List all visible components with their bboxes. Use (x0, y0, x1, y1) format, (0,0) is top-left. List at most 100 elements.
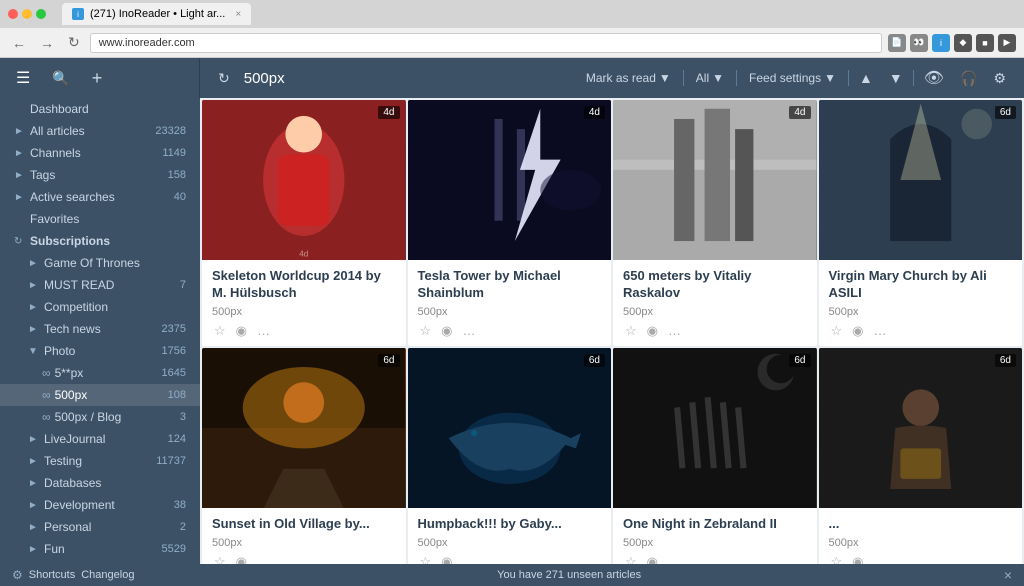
sidebar-item-channels[interactable]: ► Channels 1149 (0, 142, 200, 164)
card-1[interactable]: 4d 4d Skeleton Worldcup 2014 by M. Hülsb… (202, 100, 406, 346)
prev-article-button[interactable]: ▲ (853, 66, 879, 90)
card-1-more-button[interactable]: … (255, 322, 272, 339)
next-article-button[interactable]: ▼ (883, 66, 909, 90)
sidebar-item-500px-blog[interactable]: ∞ 500px / Blog 3 (0, 406, 200, 428)
card-5-star-button[interactable]: ☆ (212, 553, 228, 564)
card-5-read-button[interactable]: ◉ (234, 553, 249, 564)
card-7[interactable]: 6d (613, 348, 817, 564)
feed-settings-button[interactable]: Feed settings ▼ (741, 67, 844, 89)
sidebar-item-development[interactable]: ► Development 38 (0, 494, 200, 516)
sidebar-item-game-of-thrones[interactable]: ► Game Of Thrones (0, 252, 200, 274)
card-3[interactable]: 4d 650 meters by Vitaliy Raskalov (613, 100, 817, 346)
card-3-read-button[interactable]: ◉ (645, 322, 660, 340)
all-articles-label: All articles (30, 124, 151, 138)
sidebar-item-all-articles[interactable]: ► All articles 23328 (0, 120, 200, 142)
databases-arrow: ► (28, 478, 40, 489)
testing-label: Testing (44, 454, 152, 468)
card-2-read-button[interactable]: ◉ (439, 322, 454, 340)
tab-close-icon[interactable]: × (235, 9, 241, 20)
card-2-more-button[interactable]: … (461, 322, 478, 339)
browser-titlebar: i (271) InoReader • Light ar... × (0, 0, 1024, 28)
card-8-star-button[interactable]: ☆ (829, 553, 845, 564)
card-5-actions: ☆ ◉ … (212, 553, 396, 564)
status-close-button[interactable]: × (1004, 567, 1012, 583)
card-4[interactable]: 6d Virgin Mary Church by Ali ASILI (819, 100, 1023, 346)
card-7-read-button[interactable]: ◉ (645, 553, 660, 564)
testing-count: 11737 (156, 455, 186, 467)
extension2-icon[interactable]: ■ (976, 34, 994, 52)
card-4-body: Virgin Mary Church by Ali ASILI 500px ☆ … (819, 260, 1023, 346)
card-4-read-button[interactable]: ◉ (850, 322, 865, 340)
card-4-more-button[interactable]: … (872, 322, 889, 339)
databases-label: Databases (44, 476, 186, 490)
card-6-read-button[interactable]: ◉ (439, 553, 454, 564)
card-6-more-button[interactable]: … (461, 553, 478, 564)
view-toggle-button[interactable]: 👁 (918, 64, 950, 92)
mark-as-read-label: Mark as read (586, 71, 656, 85)
glasses-icon[interactable]: 👀 (910, 34, 928, 52)
forward-button[interactable]: → (36, 33, 58, 53)
sidebar-item-tags[interactable]: ► Tags 158 (0, 164, 200, 186)
competition-arrow: ► (28, 302, 40, 313)
card-5[interactable]: 6d Sunset in Old Village by... (202, 348, 406, 564)
card-8[interactable]: 6d ... 500px (819, 348, 1023, 564)
card-5-more-button[interactable]: … (255, 553, 272, 564)
card-1-star-button[interactable]: ☆ (212, 322, 228, 340)
card-1-title: Skeleton Worldcup 2014 by M. Hülsbusch (212, 268, 396, 302)
maximize-dot[interactable] (36, 9, 46, 19)
sidebar-item-photo[interactable]: ▼ Photo 1756 (0, 340, 200, 362)
card-6-star-button[interactable]: ☆ (418, 553, 434, 564)
sidebar-item-databases[interactable]: ► Databases (0, 472, 200, 494)
sidebar-item-5px[interactable]: ∞ 5**px 1645 (0, 362, 200, 384)
settings-button[interactable]: ⚙ (987, 66, 1012, 91)
sidebar-item-testing[interactable]: ► Testing 11737 (0, 450, 200, 472)
hamburger-menu-button[interactable]: ☰ (10, 64, 36, 92)
sidebar-item-500px[interactable]: ∞ 500px 108 (0, 384, 200, 406)
card-3-star-button[interactable]: ☆ (623, 322, 639, 340)
minimize-dot[interactable] (22, 9, 32, 19)
card-7-star-button[interactable]: ☆ (623, 553, 639, 564)
card-7-more-button[interactable]: … (666, 553, 683, 564)
address-bar[interactable]: www.inoreader.com (90, 33, 882, 53)
sidebar-item-tech-news[interactable]: ► Tech news 2375 (0, 318, 200, 340)
card-8-title: ... (829, 516, 1013, 533)
sidebar-item-subscriptions[interactable]: ↻ Subscriptions (0, 230, 200, 252)
sidebar-item-must-read[interactable]: ► MUST READ 7 (0, 274, 200, 296)
sidebar-item-personal[interactable]: ► Personal 2 (0, 516, 200, 538)
card-3-more-button[interactable]: … (666, 322, 683, 339)
livejournal-count: 124 (168, 433, 186, 445)
add-feed-button[interactable]: + (86, 64, 109, 93)
sidebar-item-fun[interactable]: ► Fun 5529 (0, 538, 200, 560)
sidebar-item-livejournal[interactable]: ► LiveJournal 124 (0, 428, 200, 450)
card-8-more-button[interactable]: … (872, 553, 889, 564)
changelog-button[interactable]: Changelog (81, 569, 134, 581)
card-3-title: 650 meters by Vitaliy Raskalov (623, 268, 807, 302)
card-2-star-button[interactable]: ☆ (418, 322, 434, 340)
info-icon[interactable]: i (932, 34, 950, 52)
card-4-star-button[interactable]: ☆ (829, 322, 845, 340)
card-6[interactable]: 6d Humpback!!! by Gaby... (408, 348, 612, 564)
shortcuts-button[interactable]: Shortcuts (29, 569, 75, 581)
refresh-button[interactable]: ↻ (212, 66, 236, 91)
sidebar-item-dashboard[interactable]: Dashboard (0, 98, 200, 120)
all-filter-button[interactable]: All ▼ (688, 67, 732, 89)
extension3-icon[interactable]: ▶ (998, 34, 1016, 52)
card-2[interactable]: 4d Tesla Tower by Michael Shainblum 50 (408, 100, 612, 346)
search-button[interactable]: 🔍 (46, 66, 75, 91)
reader-icon[interactable]: 📄 (888, 34, 906, 52)
sidebar-item-active-searches[interactable]: ► Active searches 40 (0, 186, 200, 208)
sidebar-item-competition[interactable]: ► Competition (0, 296, 200, 318)
browser-tab[interactable]: i (271) InoReader • Light ar... × (62, 3, 251, 25)
mark-as-read-button[interactable]: Mark as read ▼ (578, 67, 679, 89)
reload-button[interactable]: ↻ (64, 32, 84, 53)
card-8-read-button[interactable]: ◉ (850, 553, 865, 564)
status-bar-left: ⚙ Shortcuts Changelog (12, 568, 134, 582)
5px-infinity: ∞ (42, 366, 51, 380)
close-dot[interactable] (8, 9, 18, 19)
active-searches-label: Active searches (30, 190, 170, 204)
listen-button[interactable]: 🎧 (954, 66, 983, 91)
extension1-icon[interactable]: ◆ (954, 34, 972, 52)
card-1-read-button[interactable]: ◉ (234, 322, 249, 340)
back-button[interactable]: ← (8, 33, 30, 53)
sidebar-item-favorites[interactable]: Favorites (0, 208, 200, 230)
